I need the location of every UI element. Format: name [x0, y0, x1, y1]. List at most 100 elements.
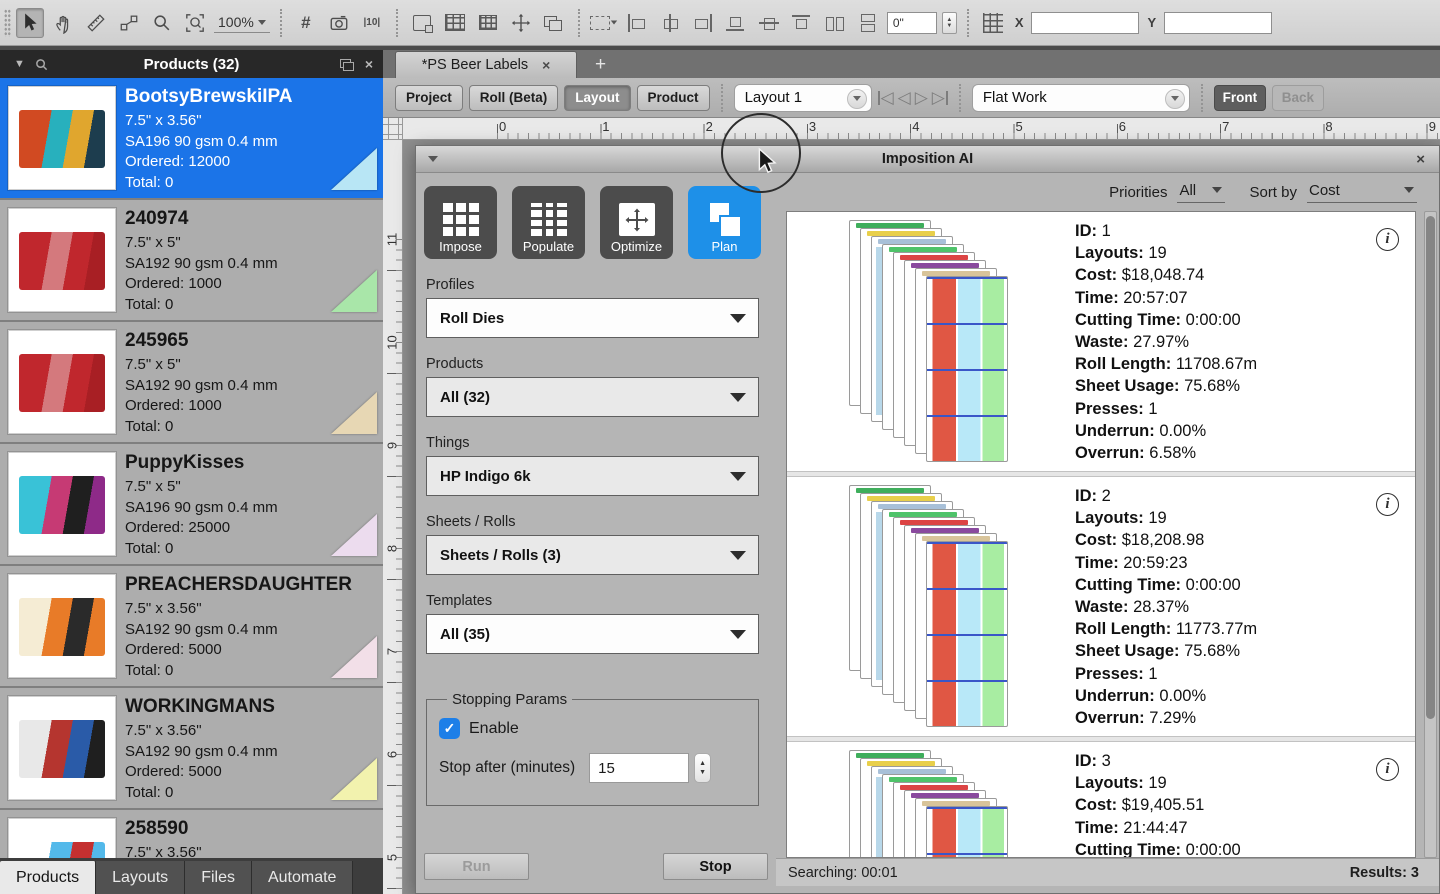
- close-dialog-icon[interactable]: ×: [1416, 151, 1425, 168]
- result-details: ID: 2Layouts: 19Cost: $18,208.98Time: 20…: [1075, 485, 1375, 729]
- sidebar-tab-layouts[interactable]: Layouts: [96, 861, 185, 894]
- run-button[interactable]: Run: [424, 853, 529, 880]
- enable-checkbox[interactable]: ✓: [439, 718, 460, 739]
- align-top-icon[interactable]: [788, 8, 816, 38]
- toolbar-drag-handle[interactable]: [4, 9, 11, 37]
- sidebar-tab-products[interactable]: Products: [0, 861, 96, 894]
- dimensions-icon[interactable]: |10|: [358, 8, 386, 38]
- offset-stepper[interactable]: ▲▼: [942, 12, 957, 34]
- sort-by-select[interactable]: Cost: [1307, 182, 1417, 203]
- dialog-titlebar[interactable]: Imposition AI ×: [416, 146, 1439, 173]
- profiles-value: Roll Dies: [440, 310, 504, 327]
- toolbar-separator: [959, 84, 961, 112]
- align-shape: [627, 14, 647, 32]
- align-left-icon[interactable]: [623, 8, 651, 38]
- stop-button[interactable]: Stop: [663, 853, 768, 880]
- align-bottom-icon[interactable]: [722, 8, 750, 38]
- surface-select[interactable]: Flat Work: [972, 84, 1190, 112]
- result-entry[interactable]: ID: 1Layouts: 19Cost: $18,048.74Time: 20…: [787, 212, 1415, 471]
- last-layout-icon[interactable]: ▷: [932, 88, 948, 108]
- zoom-level-select[interactable]: 100%: [214, 12, 270, 33]
- y-coordinate-label: Y: [1147, 15, 1156, 30]
- next-layout-icon[interactable]: ▷: [915, 88, 928, 108]
- document-tab[interactable]: *PS Beer Labels ×: [395, 51, 577, 78]
- offset-input[interactable]: 0": [887, 12, 937, 34]
- application-window: 100% # |10| 0" ▲▼ X: [0, 0, 1440, 894]
- result-entry[interactable]: ID: 2Layouts: 19Cost: $18,208.98Time: 20…: [787, 477, 1415, 736]
- align-right-icon[interactable]: [689, 8, 717, 38]
- grid-large-icon[interactable]: [441, 8, 469, 38]
- distribute-shape: [825, 14, 845, 32]
- ruler-number: 4: [912, 119, 919, 134]
- previous-layout-icon[interactable]: ◁: [898, 88, 911, 108]
- frame-shape: [413, 15, 431, 31]
- node-tool-icon[interactable]: [115, 8, 143, 38]
- roll-view-button[interactable]: Roll (Beta): [469, 85, 559, 111]
- project-view-button[interactable]: Project: [395, 85, 463, 111]
- products-select[interactable]: All (32): [426, 377, 759, 417]
- measure-tool-icon[interactable]: [82, 8, 110, 38]
- info-icon[interactable]: i: [1376, 493, 1399, 516]
- distribute-v-icon[interactable]: [854, 8, 882, 38]
- pan-tool-icon[interactable]: [49, 8, 77, 38]
- templates-select[interactable]: All (35): [426, 614, 759, 654]
- back-side-button[interactable]: Back: [1272, 85, 1324, 111]
- sidebar-tab-automate[interactable]: Automate: [252, 861, 353, 894]
- priorities-select[interactable]: All: [1177, 182, 1225, 203]
- layout-select[interactable]: Layout 1: [734, 84, 872, 112]
- product-list-item[interactable]: PuppyKisses7.5" x 5"SA196 90 gsm 0.4 mmO…: [0, 444, 383, 564]
- info-icon[interactable]: i: [1376, 228, 1399, 251]
- marquee-style-icon[interactable]: [590, 8, 618, 38]
- align-center-h-icon[interactable]: [656, 8, 684, 38]
- result-field: ID: 1: [1075, 220, 1375, 242]
- sidebar-tab-files[interactable]: Files: [185, 861, 252, 894]
- y-coordinate-field[interactable]: [1164, 12, 1272, 34]
- distribute-h-icon[interactable]: [821, 8, 849, 38]
- grid-small-icon[interactable]: [474, 8, 502, 38]
- scrollbar-thumb[interactable]: [1426, 216, 1435, 719]
- front-side-button[interactable]: Front: [1214, 85, 1266, 111]
- info-icon[interactable]: i: [1376, 758, 1399, 781]
- first-layout-icon[interactable]: ◁: [878, 88, 894, 108]
- close-tab-icon[interactable]: ×: [542, 57, 550, 73]
- product-view-button[interactable]: Product: [637, 85, 710, 111]
- plan-mode-button[interactable]: Plan: [688, 186, 761, 259]
- product-artwork: [19, 232, 105, 290]
- product-list-item[interactable]: 2409747.5" x 5"SA192 90 gsm 0.4 mmOrdere…: [0, 200, 383, 320]
- profiles-select[interactable]: Roll Dies: [426, 298, 759, 338]
- select-tool-icon[interactable]: [16, 8, 44, 38]
- populate-mode-button[interactable]: Populate: [512, 186, 585, 259]
- products-panel: ▼ Products (32) × BootsyBrewskiIPA7.5" x…: [0, 50, 383, 894]
- product-list-item[interactable]: 2585907.5" x 3.56": [0, 810, 383, 858]
- stack-card-front: [926, 806, 1008, 858]
- optimize-mode-button[interactable]: Optimize: [600, 186, 673, 259]
- document-tabbar: *PS Beer Labels × +: [383, 50, 1440, 78]
- result-entry[interactable]: ID: 3Layouts: 19Cost: $19,405.51Time: 21…: [787, 742, 1415, 858]
- impose-mode-button[interactable]: Impose: [424, 186, 497, 259]
- sheets-rolls-select[interactable]: Sheets / Rolls (3): [426, 535, 759, 575]
- mode-label: Populate: [523, 239, 574, 254]
- stop-after-input[interactable]: 15: [589, 753, 689, 783]
- results-scrollbar[interactable]: [1424, 211, 1437, 858]
- thumbnail-view-icon[interactable]: [325, 8, 353, 38]
- zoom-tool-icon[interactable]: [148, 8, 176, 38]
- chevron-down-icon: [730, 551, 746, 560]
- product-list-item[interactable]: BootsyBrewskiIPA7.5" x 3.56"SA196 90 gsm…: [0, 78, 383, 198]
- product-list-item[interactable]: WORKINGMANS7.5" x 3.56"SA192 90 gsm 0.4 …: [0, 688, 383, 808]
- expand-tool-icon[interactable]: [507, 8, 535, 38]
- frame-tool-icon[interactable]: [408, 8, 436, 38]
- align-center-v-icon[interactable]: [755, 8, 783, 38]
- things-select[interactable]: HP Indigo 6k: [426, 456, 759, 496]
- product-list-item[interactable]: 2459657.5" x 5"SA192 90 gsm 0.4 mmOrdere…: [0, 322, 383, 442]
- stop-after-stepper[interactable]: ▲▼: [694, 753, 711, 783]
- product-list-item[interactable]: PREACHERSDAUGHTER7.5" x 3.56"SA192 90 gs…: [0, 566, 383, 686]
- zoom-fit-icon[interactable]: [181, 8, 209, 38]
- close-panel-icon[interactable]: ×: [365, 56, 373, 72]
- duplicate-tool-icon[interactable]: [540, 8, 568, 38]
- snap-grid-icon[interactable]: #: [292, 8, 320, 38]
- x-coordinate-field[interactable]: [1031, 12, 1139, 34]
- float-panel-icon[interactable]: [340, 59, 353, 69]
- layout-view-button[interactable]: Layout: [564, 85, 630, 111]
- new-tab-button[interactable]: +: [595, 51, 606, 78]
- grid-settings-icon[interactable]: [979, 8, 1007, 38]
